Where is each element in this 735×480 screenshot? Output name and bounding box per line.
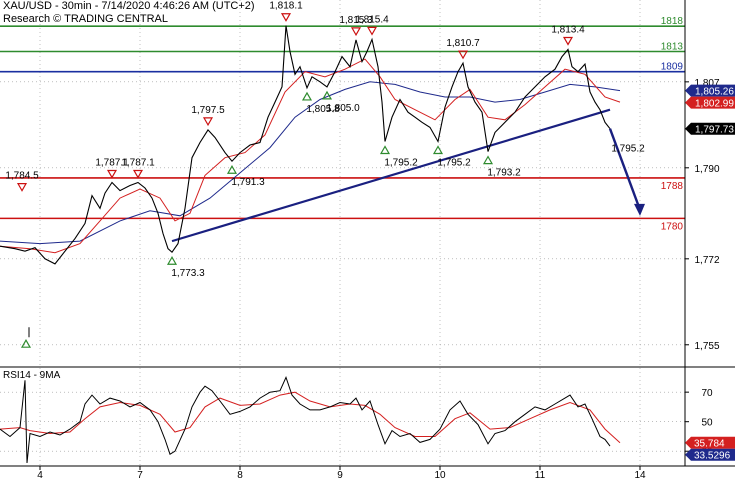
chart-symbol-title: XAU/USD - 30min - 7/14/2020 4:46:26 AM (… bbox=[3, 0, 255, 12]
rsi-tick-label: 70 bbox=[701, 388, 713, 399]
time-tick-label: 11 bbox=[535, 470, 546, 480]
time-tick-label: 10 bbox=[434, 470, 446, 480]
pivot-low-label: 1,805.0 bbox=[326, 103, 360, 114]
rsi-tick-label: 50 bbox=[701, 418, 713, 429]
price-tag-label-price: 1,797.73 bbox=[695, 125, 734, 136]
level-label-1813: 1813 bbox=[661, 42, 684, 53]
level-label-1780: 1780 bbox=[661, 221, 684, 232]
pivot-high-label: 1,813.4 bbox=[551, 24, 585, 35]
level-label-1818: 1818 bbox=[661, 16, 684, 27]
time-tick-label: 8 bbox=[237, 470, 243, 480]
time-tick-label: 4 bbox=[37, 470, 43, 480]
pivot-low-label: 1,795.2 bbox=[437, 158, 471, 169]
pivot-high-label: 1,784.5 bbox=[5, 171, 39, 182]
chart-canvas: 18181813180917881780 1,784.51,787.11,787… bbox=[0, 0, 735, 480]
pivot-high-label: 1,818.1 bbox=[269, 1, 303, 12]
rsi-tag-label-ma: 35.784 bbox=[694, 439, 725, 450]
price-tick-label: 1,790 bbox=[694, 164, 719, 175]
pivot-low-label: 1,773.3 bbox=[171, 268, 205, 279]
rsi-panel-title: RSI14 - 9MA bbox=[3, 370, 61, 381]
level-label-1788: 1788 bbox=[661, 181, 684, 192]
rsi-tag-label-rsi: 33.5296 bbox=[694, 451, 731, 462]
time-tick-label: 9 bbox=[337, 470, 343, 480]
pivot-label: 1,795.2 bbox=[611, 144, 645, 155]
price-tick-label: 1,755 bbox=[694, 341, 719, 352]
pivot-high-label: 1,797.5 bbox=[191, 105, 225, 116]
price-tag-label-ma_fast: 1,802.99 bbox=[695, 99, 734, 110]
pivot-low-label: 1,793.2 bbox=[487, 168, 521, 179]
price-tag-label-ma_slow: 1,805.26 bbox=[695, 87, 734, 98]
pivot-high-label: 1,787.1 bbox=[121, 157, 155, 168]
level-label-1809: 1809 bbox=[661, 62, 684, 73]
time-tick-label: 14 bbox=[634, 470, 646, 480]
pivot-low-label: 1,791.3 bbox=[231, 177, 265, 188]
pivot-high-label: 1,815.4 bbox=[355, 14, 389, 25]
pivot-high-label: 1,810.7 bbox=[446, 38, 480, 49]
chart-source-label: Research © TRADING CENTRAL bbox=[3, 13, 168, 25]
price-tick-label: 1,772 bbox=[694, 255, 719, 266]
pivot-low-label: 1,795.2 bbox=[384, 158, 418, 169]
time-tick-label: 7 bbox=[137, 470, 143, 480]
